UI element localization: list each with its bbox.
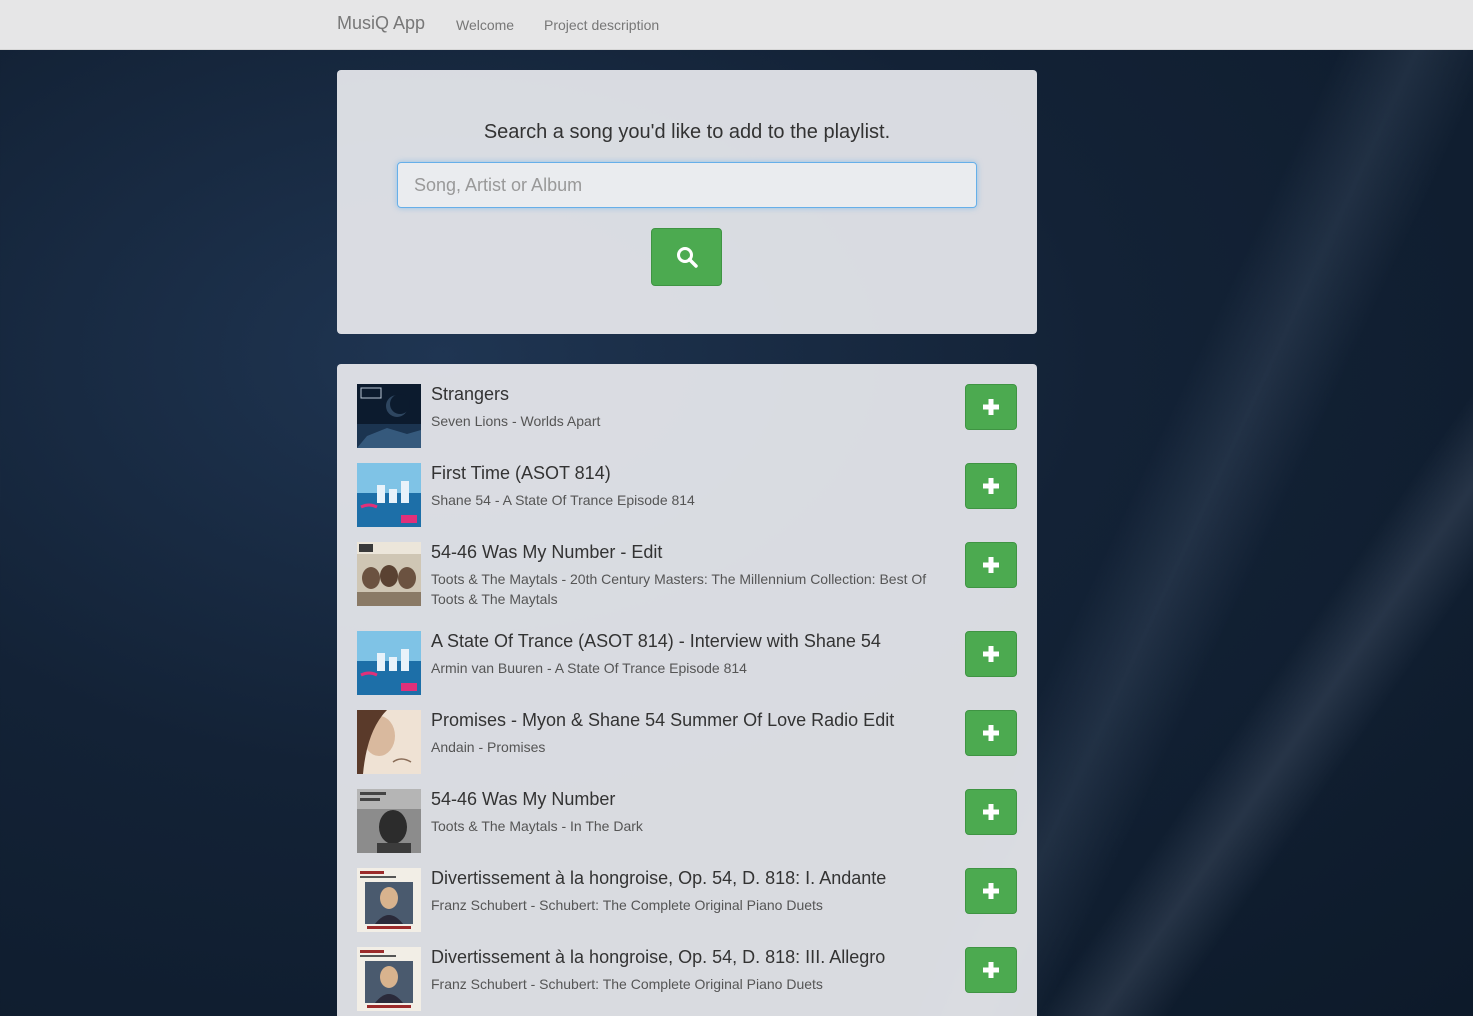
- song-title: 54-46 Was My Number - Edit: [431, 542, 663, 562]
- search-input[interactable]: [397, 162, 977, 208]
- song-artist-album: Armin van Buuren - A State Of Trance Epi…: [431, 660, 747, 676]
- plus-icon: [983, 804, 999, 820]
- add-to-playlist-button[interactable]: [965, 463, 1017, 509]
- album-cover-andain-promises: [357, 710, 421, 774]
- album-cover-schubert-piano-duets: [357, 947, 421, 1011]
- add-to-playlist-button[interactable]: [965, 868, 1017, 914]
- album-cover-schubert-piano-duets: [357, 868, 421, 932]
- brand-link[interactable]: MusiQ App: [337, 13, 425, 34]
- nav-project-description-link[interactable]: Project description: [544, 17, 659, 33]
- add-to-playlist-button[interactable]: [965, 542, 1017, 588]
- plus-icon: [983, 883, 999, 899]
- plus-icon: [983, 557, 999, 573]
- album-cover-asot-814: [357, 463, 421, 527]
- album-cover-asot-814: [357, 631, 421, 695]
- song-title: Divertissement à la hongroise, Op. 54, D…: [431, 868, 887, 888]
- plus-icon: [983, 478, 999, 494]
- plus-icon: [983, 962, 999, 978]
- add-to-playlist-button[interactable]: [965, 631, 1017, 677]
- song-title: A State Of Trance (ASOT 814) - Interview…: [431, 631, 881, 651]
- search-icon: [677, 247, 698, 268]
- plus-icon: [983, 399, 999, 415]
- search-panel: Search a song you'd like to add to the p…: [337, 70, 1037, 334]
- add-to-playlist-button[interactable]: [965, 384, 1017, 430]
- song-artist-album: Andain - Promises: [431, 739, 546, 755]
- nav-welcome-link[interactable]: Welcome: [456, 17, 514, 33]
- search-button[interactable]: [651, 228, 722, 286]
- song-title: First Time (ASOT 814): [431, 463, 611, 483]
- plus-icon: [983, 725, 999, 741]
- add-to-playlist-button[interactable]: [965, 789, 1017, 835]
- song-artist-album: Shane 54 - A State Of Trance Episode 814: [431, 492, 695, 508]
- song-artist-album: Franz Schubert - Schubert: The Complete …: [431, 976, 823, 992]
- add-to-playlist-button[interactable]: [965, 947, 1017, 993]
- song-title: 54-46 Was My Number: [431, 789, 616, 809]
- song-title: Promises - Myon & Shane 54 Summer Of Lov…: [431, 710, 895, 730]
- search-results-list: Strangers Seven Lions - Worlds Apart Fir…: [337, 364, 1037, 1016]
- album-cover-toots-millennium: [357, 542, 421, 606]
- album-cover-seven-lions: [357, 384, 421, 448]
- top-navbar: MusiQ App Welcome Project description: [0, 0, 1473, 50]
- song-title: Strangers: [431, 384, 510, 404]
- plus-icon: [983, 646, 999, 662]
- song-artist-album: Toots & The Maytals - 20th Century Maste…: [431, 571, 927, 607]
- song-artist-album: Toots & The Maytals - In The Dark: [431, 818, 643, 834]
- song-title: Divertissement à la hongroise, Op. 54, D…: [431, 947, 886, 967]
- song-artist-album: Seven Lions - Worlds Apart: [431, 413, 601, 429]
- song-artist-album: Franz Schubert - Schubert: The Complete …: [431, 897, 823, 913]
- add-to-playlist-button[interactable]: [965, 710, 1017, 756]
- album-cover-toots-in-the-dark: [357, 789, 421, 853]
- search-heading: Search a song you'd like to add to the p…: [483, 121, 891, 143]
